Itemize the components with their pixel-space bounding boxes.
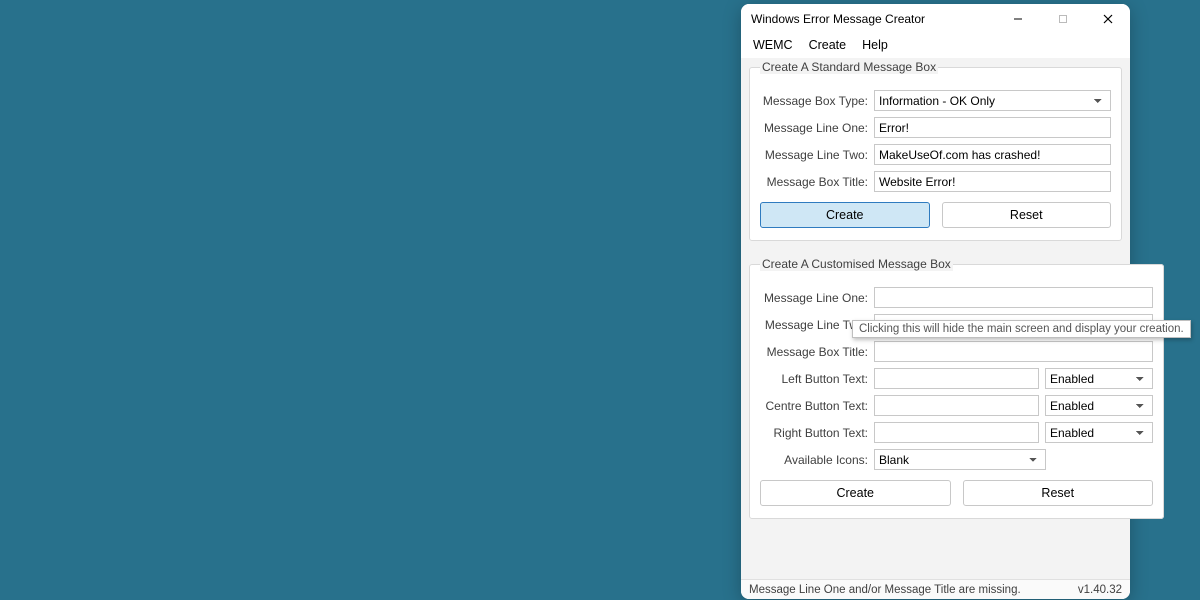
- create-custom-button[interactable]: Create: [760, 480, 951, 506]
- minimize-button[interactable]: [995, 4, 1040, 34]
- line2-label: Message Line Two:: [760, 148, 868, 162]
- menu-create[interactable]: Create: [809, 38, 847, 52]
- status-message: Message Line One and/or Message Title ar…: [749, 584, 1021, 596]
- custom-group: Create A Customised Message Box Message …: [749, 257, 1164, 519]
- standard-group: Create A Standard Message Box Message Bo…: [749, 60, 1122, 241]
- c-line1-input[interactable]: [874, 287, 1153, 308]
- right-button-label: Right Button Text:: [760, 426, 868, 440]
- available-icons-select[interactable]: Blank: [874, 449, 1046, 470]
- centre-button-input[interactable]: [874, 395, 1039, 416]
- create-standard-button[interactable]: Create: [760, 202, 930, 228]
- c-title-label: Message Box Title:: [760, 345, 868, 359]
- titlebar: Windows Error Message Creator: [741, 4, 1130, 34]
- menu-help[interactable]: Help: [862, 38, 888, 52]
- left-button-input[interactable]: [874, 368, 1039, 389]
- icons-label: Available Icons:: [760, 453, 868, 467]
- centre-button-state-select[interactable]: Enabled: [1045, 395, 1153, 416]
- menubar: WEMC Create Help: [741, 34, 1130, 58]
- c-line1-label: Message Line One:: [760, 291, 868, 305]
- c-title-input[interactable]: [874, 341, 1153, 362]
- line1-label: Message Line One:: [760, 121, 868, 135]
- desktop: Windows Error Message Creator WEMC Creat…: [0, 0, 1200, 600]
- close-button[interactable]: [1085, 4, 1130, 34]
- centre-button-label: Centre Button Text:: [760, 399, 868, 413]
- maximize-button[interactable]: [1040, 4, 1085, 34]
- window-controls: [995, 4, 1130, 34]
- reset-standard-button[interactable]: Reset: [942, 202, 1112, 228]
- right-button-input[interactable]: [874, 422, 1039, 443]
- line1-input[interactable]: [874, 117, 1111, 138]
- create-tooltip: Clicking this will hide the main screen …: [852, 320, 1191, 338]
- standard-legend: Create A Standard Message Box: [760, 60, 938, 74]
- menu-wemc[interactable]: WEMC: [753, 38, 793, 52]
- line2-input[interactable]: [874, 144, 1111, 165]
- custom-legend: Create A Customised Message Box: [760, 257, 953, 271]
- title-label: Message Box Title:: [760, 175, 868, 189]
- app-window: Windows Error Message Creator WEMC Creat…: [741, 4, 1130, 599]
- right-button-state-select[interactable]: Enabled: [1045, 422, 1153, 443]
- type-label: Message Box Type:: [760, 94, 868, 108]
- reset-custom-button[interactable]: Reset: [963, 480, 1154, 506]
- left-button-state-select[interactable]: Enabled: [1045, 368, 1153, 389]
- statusbar: Message Line One and/or Message Title ar…: [741, 579, 1130, 599]
- content: Create A Standard Message Box Message Bo…: [741, 58, 1130, 579]
- message-box-type-select[interactable]: Information - OK Only: [874, 90, 1111, 111]
- version-label: v1.40.32: [1078, 584, 1122, 596]
- left-button-label: Left Button Text:: [760, 372, 868, 386]
- title-input[interactable]: [874, 171, 1111, 192]
- window-title: Windows Error Message Creator: [751, 12, 925, 26]
